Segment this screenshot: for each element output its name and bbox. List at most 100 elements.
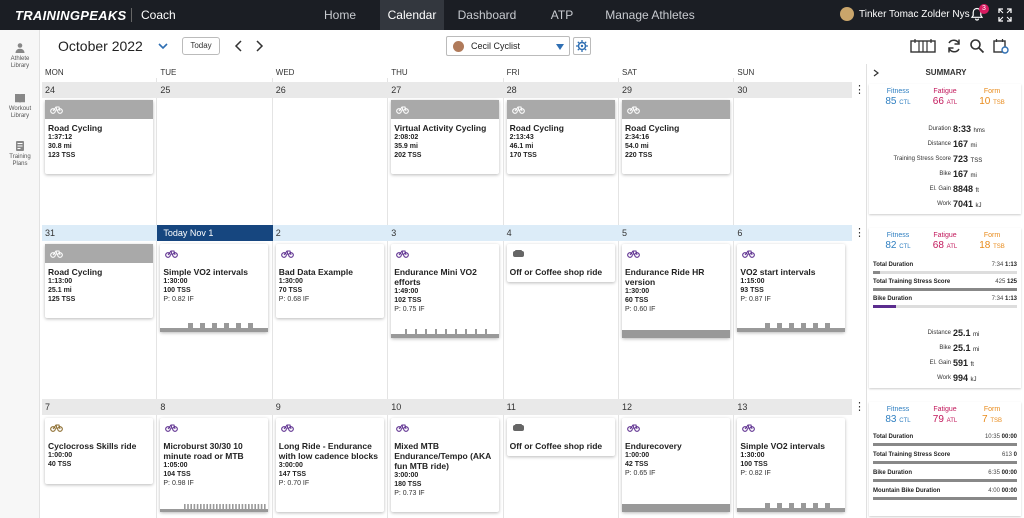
week-3-options-icon[interactable]: ⋮ <box>854 401 865 413</box>
workout-card[interactable]: Off or Coffee shop ride <box>506 418 615 456</box>
summary-stat: Work 7041 kJ <box>869 199 1021 211</box>
workout-card[interactable]: Simple VO2 intervals 1:30:00 100 TSS P: 0.… <box>737 418 846 512</box>
gear-icon <box>576 40 588 52</box>
date-number[interactable]: 6 <box>734 225 849 241</box>
nav-home[interactable]: Home <box>318 0 362 30</box>
calendar-view-icon[interactable] <box>910 38 936 54</box>
date-number[interactable]: 25 <box>157 82 272 98</box>
user-name[interactable]: Tinker Tomac Zolder Nys <box>859 9 970 20</box>
date-number[interactable]: 26 <box>273 82 388 98</box>
fatigue-metric: Fatigue 68 ATL <box>920 232 970 251</box>
rest-day-icon <box>512 250 524 257</box>
workout-metric: 100 TSS <box>163 287 191 294</box>
workout-card[interactable]: Microburst 30/30 10 minute road or MTB 1… <box>160 418 269 512</box>
nav-calendar[interactable]: Calendar <box>380 0 444 30</box>
bike-icon <box>511 106 525 114</box>
summary-week-2[interactable]: Fitness 82 CTL Fatigue 68 ATL Form 18 TSB T… <box>869 228 1021 388</box>
refresh-icon[interactable] <box>946 38 962 54</box>
bike-icon <box>280 424 294 432</box>
date-number[interactable]: 5 <box>619 225 734 241</box>
workout-card[interactable]: Road Cycling 2:34:16 54.0 mi 220 TSS <box>622 100 730 174</box>
stat-label: Bike <box>939 171 951 177</box>
workout-card[interactable]: Simple VO2 intervals 1:30:00 100 TSS P: 0.… <box>160 244 269 332</box>
fullscreen-icon[interactable] <box>998 8 1012 22</box>
date-number[interactable]: 10 <box>388 399 503 415</box>
progress-planned: 1:13 <box>1004 262 1017 268</box>
workout-metric: 1:00:00 <box>625 452 650 459</box>
summary-panel: SUMMARY Fitness 85 CTL Fatigue 66 ATL Form… <box>866 64 1024 518</box>
sidebar-item-training-plans[interactable]: Training Plans <box>0 140 40 168</box>
workout-card[interactable]: Endurecovery 1:00:00 42 TSS P: 0.65 IF <box>622 418 730 512</box>
fitness-label: Fitness <box>886 406 910 413</box>
workout-title: Long Ride - Endurance with low cadence b… <box>278 441 378 461</box>
date-number[interactable]: 11 <box>504 399 619 415</box>
date-number[interactable]: 30 <box>734 82 849 98</box>
bike-icon <box>396 106 410 114</box>
today-button[interactable]: Today <box>182 37 220 55</box>
user-avatar[interactable] <box>840 7 854 21</box>
athlete-settings-button[interactable] <box>573 37 591 55</box>
workout-card[interactable]: Cyclocross Skills ride 1:00:00 40 TSS <box>45 418 153 484</box>
nav-dashboard[interactable]: Dashboard <box>456 0 518 30</box>
date-number[interactable]: 27 <box>388 82 503 98</box>
search-icon[interactable] <box>969 38 985 54</box>
week-1-options-icon[interactable]: ⋮ <box>854 84 865 96</box>
today-date-label[interactable]: Today Nov 1 <box>157 225 273 241</box>
progress-label: Total Training Stress Score <box>873 279 951 285</box>
stat-value: 994 <box>953 373 969 383</box>
summary-week-1[interactable]: Fitness 85 CTL Fatigue 66 ATL Form 10 TSB D… <box>869 84 1021 214</box>
date-number[interactable]: 4 <box>504 225 619 241</box>
workout-card[interactable]: Off or Coffee shop ride <box>506 244 615 282</box>
week-2-options-icon[interactable]: ⋮ <box>854 227 865 239</box>
sidebar-item-athlete-library[interactable]: Athlete Library <box>0 42 40 70</box>
progress-bar-fill <box>873 305 897 308</box>
workout-title: Road Cycling <box>509 123 564 133</box>
form-value: 10 <box>979 96 991 107</box>
bike-icon <box>50 106 63 114</box>
workout-card[interactable]: Long Ride - Endurance with low cadence b… <box>275 418 384 512</box>
date-number[interactable]: 2 <box>273 225 388 241</box>
workout-card[interactable]: Road Cycling 1:37:12 30.8 mi 123 TSS <box>45 100 153 174</box>
summary-stat: Training Stress Score 723 TSS <box>869 154 1021 166</box>
date-number[interactable]: 12 <box>619 399 734 415</box>
bike-icon <box>742 250 756 258</box>
workout-metric: 102 TSS <box>394 297 422 304</box>
workout-title: Road Cycling <box>625 123 680 133</box>
sidebar-label-line2: Library <box>10 113 30 119</box>
prev-arrow-icon[interactable] <box>234 40 244 52</box>
day-header-fri: FRI <box>506 68 520 77</box>
workout-card[interactable]: Road Cycling 1:13:00 25.1 mi 125 TSS <box>45 244 153 318</box>
chevron-down-icon[interactable] <box>158 42 168 50</box>
workout-card[interactable]: VO2 start intervals 1:15:00 93 TSS P: 0.87… <box>737 244 846 332</box>
form-label: Form <box>983 88 1001 95</box>
sidebar-item-workout-library[interactable]: Workout Library <box>0 92 40 120</box>
next-arrow-icon[interactable] <box>254 40 264 52</box>
day-header-sat: SAT <box>622 68 637 77</box>
nav-atp[interactable]: ATP <box>545 0 579 30</box>
summary-week-3[interactable]: Fitness 83 CTL Fatigue 79 ATL Form 7 TSB To… <box>869 402 1021 516</box>
progress-row: Bike Duration 7:34 1:13 <box>873 296 1017 308</box>
date-number[interactable]: 29 <box>619 82 734 98</box>
workout-card[interactable]: Virtual Activity Cycling 2:08:02 35.9 mi 2… <box>391 100 500 174</box>
date-number[interactable]: 31 <box>42 225 157 241</box>
workout-card[interactable]: Mixed MTB Endurance/Tempo (AKA fun MTB r… <box>391 418 500 512</box>
date-number[interactable]: 9 <box>273 399 388 415</box>
fitness-metric: Fitness 83 CTL <box>873 406 923 425</box>
logo[interactable]: TRAININGPEAKS <box>15 8 127 23</box>
date-number[interactable]: 28 <box>504 82 619 98</box>
workout-card[interactable]: Endurance Ride HR version 1:30:00 60 TSS P… <box>622 244 730 338</box>
date-number[interactable]: 3 <box>388 225 503 241</box>
workout-card[interactable]: Bad Data Example 1:30:00 70 TSS P: 0.68 IF <box>275 244 384 318</box>
date-number[interactable]: 8 <box>157 399 272 415</box>
date-number[interactable]: 7 <box>42 399 157 415</box>
nav-manage-athletes[interactable]: Manage Athletes <box>604 0 696 30</box>
date-number[interactable]: 13 <box>734 399 849 415</box>
date-number[interactable]: 24 <box>42 82 157 98</box>
month-title[interactable]: October 2022 <box>58 38 143 54</box>
calendar-settings-icon[interactable] <box>993 38 1009 54</box>
workout-card[interactable]: Road Cycling 2:13:43 46.1 mi 170 TSS <box>506 100 615 174</box>
workout-card[interactable]: Endurance Mini VO2 efforts 1:49:00 102 TS… <box>391 244 500 338</box>
athlete-selector[interactable]: Cecil Cyclist <box>446 36 570 56</box>
workout-card-header <box>391 244 499 263</box>
intensity-factor: P: 0.70 IF <box>278 480 310 487</box>
